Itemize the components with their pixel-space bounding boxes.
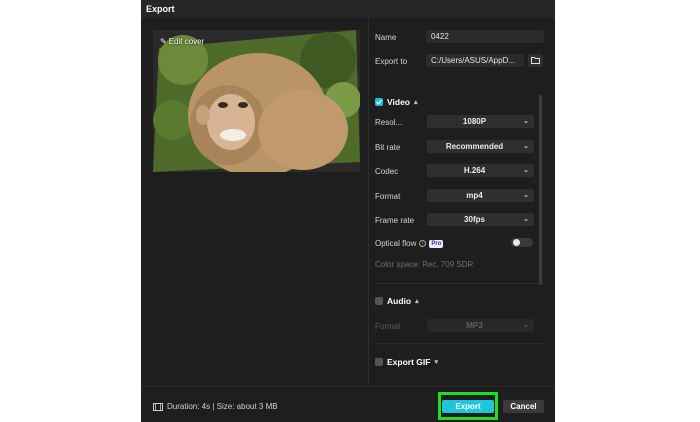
optical-flow-label: Optical flow [375, 239, 417, 248]
gif-checkbox[interactable] [375, 358, 383, 366]
audio-format-select: MP3 ⌄ [427, 319, 534, 332]
chevron-up-icon: ▴ [414, 99, 418, 106]
framerate-select[interactable]: 30fps ⌄ [427, 213, 534, 226]
divider [375, 283, 545, 284]
export-path-input[interactable]: C:/Users/ASUS/AppD... [426, 54, 524, 67]
chevron-down-icon: ⌄ [523, 192, 529, 199]
edit-cover-label: Edit cover [168, 37, 205, 46]
audio-format-value: MP3 [466, 321, 483, 330]
optical-flow-toggle[interactable] [511, 238, 533, 247]
pencil-icon: ✎ [160, 37, 167, 46]
format-value: mp4 [466, 191, 483, 200]
chevron-down-icon: ⌄ [523, 322, 529, 329]
audio-section-label: Audio [387, 296, 412, 306]
divider [375, 343, 545, 344]
check-icon [376, 99, 382, 105]
cancel-button[interactable]: Cancel [503, 400, 544, 413]
framerate-value: 30fps [464, 215, 485, 224]
info-icon[interactable]: i [419, 240, 427, 247]
chevron-down-icon: ⌄ [523, 118, 529, 125]
folder-icon [531, 57, 540, 64]
bitrate-value: Recommended [445, 142, 504, 151]
export-info: Duration: 4s | Size: about 3 MB [153, 402, 278, 411]
titlebar: Export [141, 0, 555, 18]
bitrate-select[interactable]: Recommended ⌄ [427, 140, 534, 153]
toggle-knob [513, 239, 520, 246]
gif-section-toggle[interactable]: Export GIF ▾ [375, 357, 438, 367]
audio-checkbox[interactable] [375, 297, 383, 305]
video-checkbox[interactable] [375, 98, 383, 106]
bitrate-label: Bit rate [375, 143, 401, 152]
format-select[interactable]: mp4 ⌄ [427, 189, 534, 202]
dialog-title: Export [146, 4, 175, 14]
panel-divider [368, 18, 369, 386]
chevron-down-icon: ⌄ [523, 216, 529, 223]
export-dialog: Export ✎ Edit cover Name 0422 Export to [141, 0, 555, 422]
chevron-up-icon: ▴ [415, 298, 419, 305]
chevron-down-icon: ⌄ [523, 167, 529, 174]
settings-scrollbar[interactable] [539, 95, 542, 285]
resolution-value: 1080P [462, 117, 487, 126]
optical-flow-row: Optical flow i Pro [375, 239, 444, 248]
video-section-label: Video [387, 97, 410, 107]
footer-divider [141, 386, 555, 387]
audio-section-toggle[interactable]: Audio ▴ [375, 296, 419, 306]
audio-format-label: Format [375, 322, 401, 331]
video-section-toggle[interactable]: Video ▴ [375, 97, 418, 107]
cover-preview[interactable]: ✎ Edit cover [153, 30, 360, 172]
resolution-label: Resol... [375, 118, 403, 127]
gif-section-label: Export GIF [387, 357, 431, 367]
film-icon [153, 402, 163, 411]
name-input[interactable]: 0422 [426, 30, 544, 43]
codec-label: Codec [375, 167, 399, 176]
framerate-label: Frame rate [375, 216, 415, 225]
pro-badge: Pro [429, 239, 444, 248]
codec-value: H.264 [463, 166, 486, 175]
chevron-down-icon: ⌄ [523, 143, 529, 150]
resolution-select[interactable]: 1080P ⌄ [427, 115, 534, 128]
duration-size-text: Duration: 4s | Size: about 3 MB [167, 402, 278, 411]
format-label: Format [375, 192, 401, 201]
color-space-text: Color space: Rec. 709 SDR [375, 260, 474, 269]
export-to-label: Export to [375, 57, 408, 66]
codec-select[interactable]: H.264 ⌄ [427, 164, 534, 177]
cover-image [153, 30, 360, 172]
chevron-down-icon: ▾ [434, 359, 438, 366]
export-button[interactable]: Export [442, 400, 494, 413]
name-label: Name [375, 33, 397, 42]
edit-cover-button[interactable]: ✎ Edit cover [160, 37, 204, 46]
browse-folder-button[interactable] [528, 54, 543, 67]
